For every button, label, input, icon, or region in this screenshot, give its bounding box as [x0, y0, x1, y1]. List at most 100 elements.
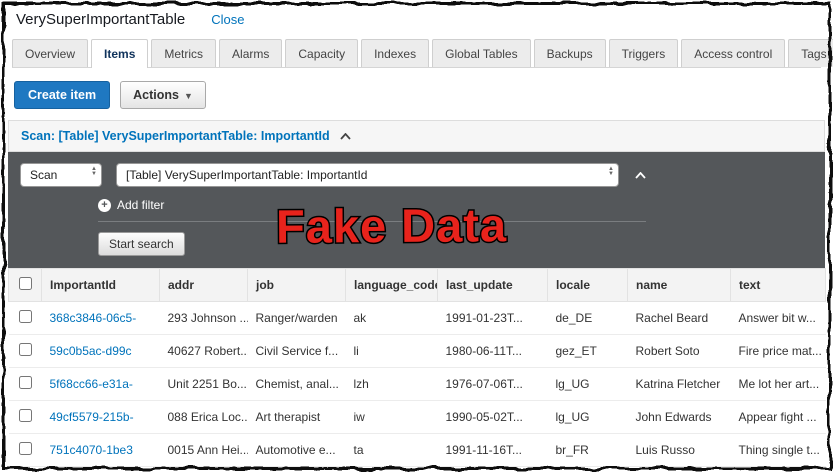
tab-triggers[interactable]: Triggers — [608, 39, 679, 67]
important-id-link[interactable]: 59c0b5ac-d99c — [41, 334, 160, 368]
items-table: ImportantId addr job language_code last_upda… — [8, 268, 826, 472]
important-id-link[interactable]: 0fa0722f-f945-4 — [41, 466, 160, 472]
cell-language_code: li — [345, 334, 438, 368]
row-checkbox[interactable] — [18, 442, 32, 455]
title-bar: VerySuperImportantTable Close — [0, 0, 833, 30]
table-header-row: ImportantId addr job language_code last_upda… — [8, 268, 826, 302]
scan-query-panel: Scan ▲ ▼ [Table] VerySuperImportantTable:… — [8, 152, 825, 268]
cell-locale: de_DE — [547, 301, 628, 335]
target-select[interactable]: [Table] VerySuperImportantTable: Importa… — [116, 163, 619, 187]
column-header-importantid[interactable]: ImportantId — [41, 268, 160, 302]
cell-name: John Edwards — [627, 400, 731, 434]
row-checkbox[interactable] — [18, 376, 32, 389]
cell-text: Thing single t... — [730, 433, 826, 467]
column-header-language_code[interactable]: language_code — [345, 268, 438, 302]
row-checkbox[interactable] — [18, 409, 32, 422]
panel-collapse-chevron-up-icon[interactable] — [635, 171, 646, 179]
table-row: 59c0b5ac-d99c 40627 Robert... Civil Servic… — [8, 334, 826, 368]
cell-locale: br_FR — [547, 433, 628, 467]
column-header-name[interactable]: name — [627, 268, 731, 302]
cell-name: Katrina Fletcher — [627, 367, 731, 401]
cell-language_code: iw — [345, 400, 438, 434]
table-row: 49cf5579-215b- 088 Erica Loc... Art therap… — [8, 400, 826, 434]
panel-divider — [98, 221, 646, 222]
select-stepper-icon: ▲ ▼ — [91, 166, 97, 177]
table-row: 368c3846-06c5- 293 Johnson ... Ranger/ward… — [8, 301, 826, 335]
tab-alarms[interactable]: Alarms — [219, 39, 283, 67]
cell-text: Fire price mat... — [730, 334, 826, 368]
actions-button-label: Actions — [133, 88, 179, 102]
column-header-addr[interactable]: addr — [159, 268, 248, 302]
operation-select[interactable]: Scan ▲ ▼ — [20, 163, 102, 187]
important-id-link[interactable]: 368c3846-06c5- — [41, 301, 160, 335]
cell-last_update: 1991-11-16T... — [437, 433, 548, 467]
cell-text: Enough popu... — [730, 466, 826, 472]
tab-access-control[interactable]: Access control — [681, 39, 786, 67]
cell-job: Civil Service f... — [247, 334, 346, 368]
chevron-up-icon[interactable] — [339, 132, 351, 140]
cell-text: Answer bit w... — [730, 301, 826, 335]
tab-tags[interactable]: Tags — [788, 39, 833, 67]
cell-job: Automotive e... — [247, 433, 346, 467]
add-filter-button[interactable]: + Add filter — [98, 198, 813, 212]
cell-last_update: 2001-09-06T... — [437, 466, 548, 472]
cell-locale: sid_ET — [547, 466, 628, 472]
tab-bar: Overview Items Metrics Alarms Capacity Indexe… — [12, 38, 833, 68]
select-all-checkbox[interactable] — [18, 277, 32, 290]
tab-items[interactable]: Items — [91, 39, 149, 68]
actions-button[interactable]: Actions ▼ — [120, 81, 206, 109]
start-search-button[interactable]: Start search — [98, 232, 185, 256]
column-header-text[interactable]: text — [730, 268, 826, 302]
important-id-link[interactable]: 751c4070-1be3 — [41, 433, 160, 467]
column-header-job[interactable]: job — [247, 268, 346, 302]
caret-down-icon: ▼ — [183, 91, 193, 101]
cell-addr: 088 Erica Loc... — [159, 400, 248, 434]
tab-backups[interactable]: Backups — [533, 39, 606, 67]
important-id-link[interactable]: 5f68cc66-e31a- — [41, 367, 160, 401]
tab-indexes[interactable]: Indexes — [361, 39, 430, 67]
cell-locale: lg_UG — [547, 367, 628, 401]
tab-global-tables[interactable]: Global Tables — [432, 39, 531, 67]
cell-job: Art therapist — [247, 400, 346, 434]
add-filter-label: Add filter — [117, 198, 165, 212]
tab-metrics[interactable]: Metrics — [151, 39, 217, 67]
column-header-locale[interactable]: locale — [547, 268, 628, 302]
cell-last_update: 1990-05-02T... — [437, 400, 548, 434]
cell-locale: gez_ET — [547, 334, 628, 368]
close-link[interactable]: Close — [211, 12, 244, 27]
column-header-last_update[interactable]: last_update — [437, 268, 548, 302]
dynamodb-console-window: VerySuperImportantTable Close Overview It… — [0, 0, 833, 472]
cell-last_update: 1980-06-11T... — [437, 334, 548, 368]
cell-last_update: 1976-07-06T... — [437, 367, 548, 401]
row-checkbox[interactable] — [18, 310, 32, 323]
toolbar: Create item Actions ▼ — [14, 81, 819, 109]
cell-language_code: byn — [345, 466, 438, 472]
cell-addr: Unit 1208 Bo... — [159, 466, 248, 472]
select-stepper-icon: ▲ ▼ — [608, 166, 614, 177]
cell-addr: Unit 2251 Bo... — [159, 367, 248, 401]
page-title: VerySuperImportantTable — [16, 11, 186, 28]
row-checkbox[interactable] — [18, 343, 32, 356]
cell-last_update: 1991-01-23T... — [437, 301, 548, 335]
cell-language_code: ta — [345, 433, 438, 467]
table-row: 751c4070-1be3 0015 Ann Hei... Automotive e… — [8, 433, 826, 467]
important-id-link[interactable]: 49cf5579-215b- — [41, 400, 160, 434]
cell-text: Me lot her art... — [730, 367, 826, 401]
operation-select-value: Scan — [30, 168, 58, 182]
scan-section-header[interactable]: Scan: [Table] VerySuperImportantTable: I… — [8, 120, 825, 152]
cell-name: Robert Soto — [627, 334, 731, 368]
scan-controls-row: Scan ▲ ▼ [Table] VerySuperImportantTable:… — [20, 163, 813, 187]
tab-capacity[interactable]: Capacity — [285, 39, 359, 67]
table-row: 0fa0722f-f945-4Unit 1208 Bo...Cabin crew… — [8, 466, 826, 472]
target-select-value: [Table] VerySuperImportantTable: Importa… — [126, 168, 368, 182]
cell-addr: 293 Johnson ... — [159, 301, 248, 335]
cell-addr: 40627 Robert... — [159, 334, 248, 368]
create-item-button[interactable]: Create item — [14, 81, 111, 109]
tab-overview[interactable]: Overview — [12, 39, 89, 67]
cell-job: Cabin crew — [247, 466, 346, 472]
cell-job: Chemist, anal... — [247, 367, 346, 401]
scan-section-title: Scan: [Table] VerySuperImportantTable: I… — [21, 129, 330, 143]
table-row: 5f68cc66-e31a- Unit 2251 Bo... Chemist, an… — [8, 367, 826, 401]
plus-circle-icon: + — [98, 198, 111, 212]
cell-language_code: ak — [345, 301, 438, 335]
